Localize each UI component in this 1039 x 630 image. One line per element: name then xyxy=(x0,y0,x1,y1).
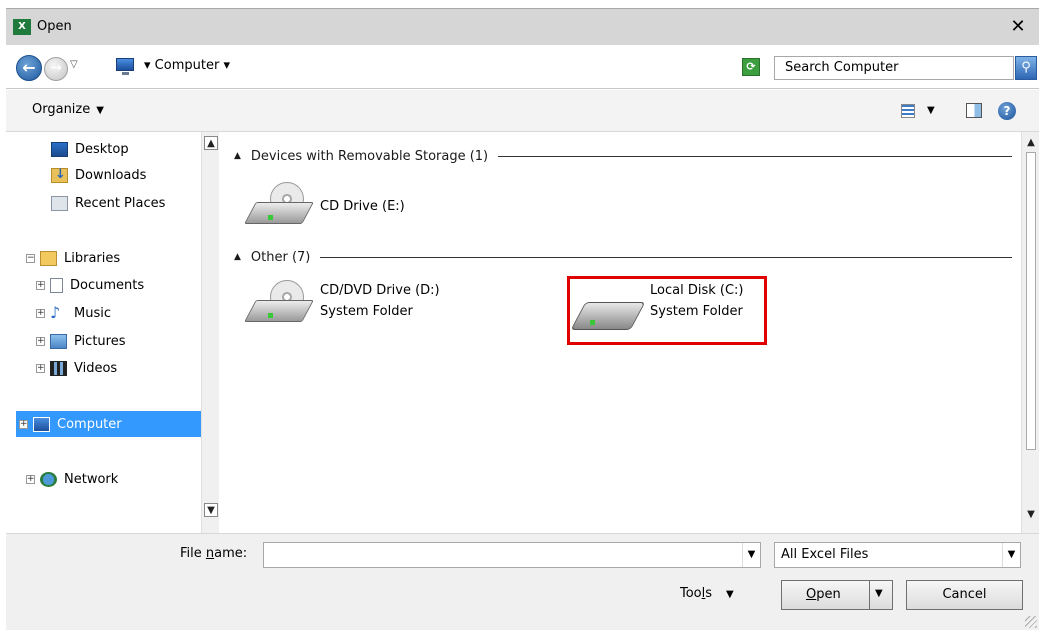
expand-icon[interactable]: + xyxy=(36,336,45,346)
refresh-button[interactable]: ⟳ xyxy=(742,58,760,76)
nav-item-recent-places[interactable]: Recent Places xyxy=(51,190,201,216)
nav-item-music[interactable]: + ♪ Music xyxy=(36,300,201,326)
scroll-down-icon[interactable]: ▼ xyxy=(204,503,218,517)
cancel-button[interactable]: Cancel xyxy=(906,580,1023,610)
nav-item-label: Documents xyxy=(70,277,145,293)
pictures-icon xyxy=(50,333,67,349)
cd-drive-icon xyxy=(244,182,314,228)
collapse-triangle-icon[interactable]: ▲ xyxy=(234,151,241,161)
open-options-chevron-icon[interactable]: ▼ xyxy=(875,588,883,599)
libraries-icon xyxy=(40,250,57,266)
desktop-icon xyxy=(51,141,68,157)
expand-icon[interactable]: + xyxy=(26,474,35,484)
forward-button[interactable]: → xyxy=(44,57,68,81)
group-title: Other (7) xyxy=(250,249,311,265)
drive-dvd-d[interactable]: CD/DVD Drive (D:) System Folder xyxy=(244,280,468,330)
divider xyxy=(869,581,870,609)
nav-item-downloads[interactable]: Downloads xyxy=(51,162,201,188)
documents-icon xyxy=(50,277,63,293)
nav-item-label: Videos xyxy=(74,360,118,376)
scroll-up-icon[interactable]: ▲ xyxy=(1024,136,1038,150)
nav-item-libraries[interactable]: − Libraries xyxy=(26,245,201,271)
scroll-thumb[interactable] xyxy=(1026,152,1036,450)
open-label: Open xyxy=(806,587,841,602)
navigation-scrollbar[interactable]: ▲ ▼ xyxy=(201,132,219,537)
excel-icon: X xyxy=(13,19,31,35)
collapse-icon[interactable]: − xyxy=(26,253,35,263)
network-icon xyxy=(40,471,57,487)
file-type-select[interactable]: All Excel Files ▼ xyxy=(774,542,1021,568)
group-title: Devices with Removable Storage (1) xyxy=(250,148,489,164)
nav-item-label: Computer xyxy=(57,416,122,432)
change-view-icon[interactable] xyxy=(901,104,915,118)
expand-icon[interactable]: + xyxy=(36,308,45,318)
title-bar: X Open ✕ xyxy=(6,8,1039,45)
view-options-chevron-icon[interactable]: ▼ xyxy=(927,105,935,116)
search-input[interactable]: Search Computer xyxy=(774,56,1014,80)
dvd-drive-icon xyxy=(244,280,314,326)
drive-type: System Folder xyxy=(320,304,413,319)
command-bar: Organize ▼ ▼ ? xyxy=(6,90,1039,132)
divider xyxy=(320,256,1012,258)
music-icon: ♪ xyxy=(50,302,61,322)
window-title: Open xyxy=(37,19,72,34)
help-icon[interactable]: ? xyxy=(998,102,1016,120)
search-icon[interactable]: ⚲ xyxy=(1015,56,1037,80)
content-scrollbar[interactable]: ▲ ▼ xyxy=(1021,132,1039,537)
expand-icon[interactable]: + xyxy=(19,419,28,429)
nav-item-documents[interactable]: + Documents xyxy=(36,272,201,298)
expand-icon[interactable]: + xyxy=(36,280,45,290)
nav-item-computer[interactable]: + Computer xyxy=(16,411,202,437)
drive-cd-e[interactable]: CD Drive (E:) xyxy=(244,182,448,232)
nav-item-label: Pictures xyxy=(74,333,126,349)
group-header-removable[interactable]: ▲ Devices with Removable Storage (1) xyxy=(234,146,1012,166)
nav-item-label: Libraries xyxy=(64,250,121,266)
highlight-annotation xyxy=(567,276,767,345)
group-header-other[interactable]: ▲ Other (7) xyxy=(234,247,1012,267)
nav-item-desktop[interactable]: Desktop xyxy=(51,136,201,162)
preview-pane-icon[interactable] xyxy=(966,103,982,118)
tools-button[interactable]: Tools ▼ xyxy=(680,586,734,601)
nav-item-label: Network xyxy=(64,471,119,487)
drive-name: CD/DVD Drive (D:) xyxy=(320,283,440,298)
scroll-up-icon[interactable]: ▲ xyxy=(204,136,218,150)
open-button[interactable]: Open ▼ xyxy=(781,580,893,610)
nav-item-label: Recent Places xyxy=(75,195,166,211)
filename-input[interactable]: ▼ xyxy=(263,542,761,568)
recent-locations-chevron-icon[interactable]: ▽ xyxy=(70,59,78,70)
recent-places-icon xyxy=(51,195,68,211)
organize-button[interactable]: Organize ▼ xyxy=(32,102,104,117)
collapse-triangle-icon[interactable]: ▲ xyxy=(234,252,241,262)
address-bar[interactable]: ▾ Computer ▾ ▼ xyxy=(116,55,766,79)
navigation-pane: Desktop Downloads Recent Places − Librar… xyxy=(6,132,202,532)
nav-item-network[interactable]: + Network xyxy=(26,466,201,492)
drive-text: CD/DVD Drive (D:) System Folder xyxy=(320,280,440,322)
file-type-value: All Excel Files xyxy=(781,547,869,562)
expand-icon[interactable]: + xyxy=(36,363,45,373)
nav-item-videos[interactable]: + Videos xyxy=(36,355,201,381)
nav-item-pictures[interactable]: + Pictures xyxy=(36,328,201,354)
divider xyxy=(498,155,1012,157)
filename-dropdown-icon[interactable]: ▼ xyxy=(742,543,760,567)
downloads-icon xyxy=(51,167,68,183)
videos-icon xyxy=(50,360,67,376)
address-bar-row: ← → ▽ ▾ Computer ▾ ▼ ⟳ Search Computer ⚲ xyxy=(6,45,1039,89)
nav-item-label: Music xyxy=(74,305,111,321)
breadcrumb[interactable]: ▾ Computer ▾ xyxy=(144,58,230,73)
computer-icon xyxy=(33,416,50,432)
scroll-down-icon[interactable]: ▼ xyxy=(1024,508,1038,522)
back-button[interactable]: ← xyxy=(16,55,42,81)
computer-icon xyxy=(116,58,134,75)
resize-grip-icon[interactable] xyxy=(1025,616,1037,628)
nav-item-label: Desktop xyxy=(75,141,129,157)
nav-item-label: Downloads xyxy=(75,167,147,183)
close-button[interactable]: ✕ xyxy=(1003,16,1033,38)
drive-name: CD Drive (E:) xyxy=(320,199,405,214)
file-type-dropdown-icon[interactable]: ▼ xyxy=(1002,543,1020,567)
dialog-footer: File name: ▼ All Excel Files ▼ Tools ▼ Op… xyxy=(6,533,1039,630)
filename-label: File name: xyxy=(180,546,248,561)
